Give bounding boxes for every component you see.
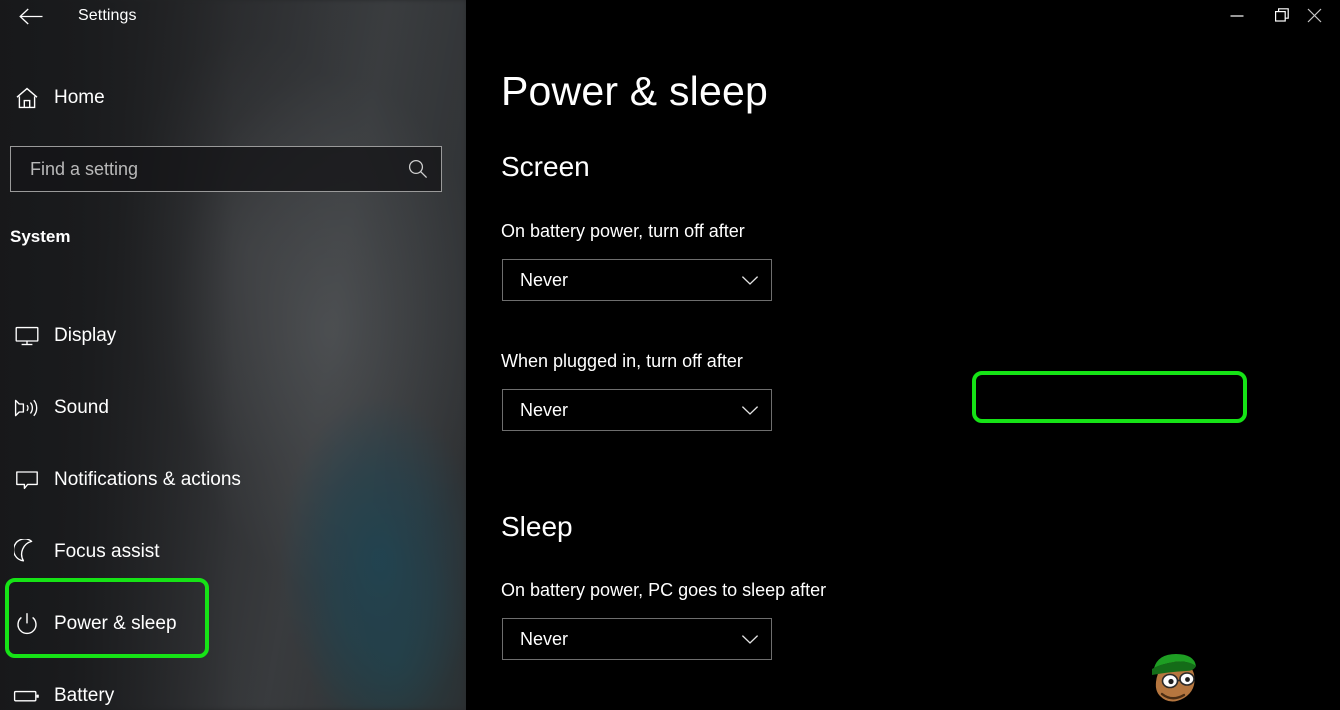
sidebar-home-label: Home [54, 87, 105, 108]
battery-icon [0, 687, 54, 705]
dropdown-value: Never [520, 399, 569, 420]
dropdown-value: Never [520, 269, 569, 290]
chevron-down-icon [729, 405, 771, 416]
power-icon [0, 611, 54, 637]
sidebar-item-label: Focus assist [54, 541, 160, 562]
crescent-moon-icon [0, 539, 54, 565]
chevron-down-icon [729, 634, 771, 645]
close-button[interactable] [1306, 0, 1340, 32]
minimize-button[interactable] [1214, 0, 1260, 32]
right-rail: Save energy and battery life Make your b… [982, 0, 1340, 710]
close-icon [1307, 8, 1322, 23]
sidebar-item-notifications[interactable]: Notifications & actions [0, 444, 466, 516]
search-icon[interactable] [395, 158, 441, 180]
section-heading-screen: Screen [501, 151, 590, 182]
speaker-icon [0, 396, 54, 420]
back-arrow-icon [19, 8, 43, 24]
search-input[interactable]: Find a setting [10, 146, 442, 192]
sidebar: Settings Home Find a setting System Disp… [0, 0, 466, 710]
sidebar-item-label: Notifications & actions [54, 469, 241, 490]
sidebar-item-label: Power & sleep [54, 613, 177, 634]
sidebar-item-label: Battery [54, 685, 115, 706]
sidebar-item-label: Display [54, 325, 117, 346]
sidebar-group-label: System [10, 227, 71, 246]
dropdown-screen-plugged-in[interactable]: Never [502, 389, 772, 431]
sidebar-item-home[interactable]: Home [0, 77, 450, 119]
window-title: Settings [78, 7, 137, 24]
speech-bubble-icon [0, 468, 54, 492]
sidebar-item-sound[interactable]: Sound [0, 372, 466, 444]
restore-button[interactable] [1260, 0, 1306, 32]
minimize-icon [1230, 15, 1244, 17]
dropdown-value: Never [520, 628, 569, 649]
chevron-down-icon [729, 275, 771, 286]
sidebar-item-power-sleep[interactable]: Power & sleep [0, 588, 466, 660]
field-label-screen-plugged-in: When plugged in, turn off after [501, 351, 743, 371]
dropdown-sleep-on-battery[interactable]: Never [502, 618, 772, 660]
field-label-sleep-on-battery: On battery power, PC goes to sleep after [501, 580, 827, 600]
home-icon [0, 86, 54, 110]
sidebar-nav-list: Display Sound Notifications & actions Fo… [0, 300, 466, 710]
restore-icon [1275, 8, 1289, 22]
dropdown-screen-on-battery[interactable]: Never [502, 259, 772, 301]
settings-window: Settings Home Find a setting System Disp… [0, 0, 1340, 710]
section-heading-sleep: Sleep [501, 511, 573, 542]
window-controls [1214, 0, 1340, 32]
field-label-screen-on-battery: On battery power, turn off after [501, 221, 745, 241]
sidebar-item-focus-assist[interactable]: Focus assist [0, 516, 466, 588]
sidebar-item-label: Sound [54, 397, 109, 418]
main-content: Power & sleep Screen On battery power, t… [466, 0, 1340, 710]
search-placeholder: Find a setting [30, 158, 139, 179]
sidebar-item-display[interactable]: Display [0, 300, 466, 372]
page-title: Power & sleep [501, 68, 768, 114]
sidebar-item-battery[interactable]: Battery [0, 660, 466, 710]
monitor-icon [0, 325, 54, 347]
back-button[interactable] [8, 0, 54, 32]
